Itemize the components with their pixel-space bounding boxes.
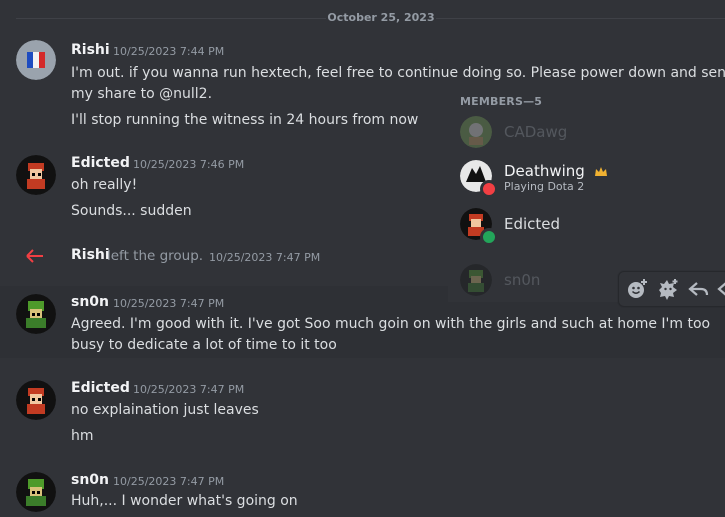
member-item-cadawg[interactable]: CADawg: [460, 116, 720, 156]
message-text: Agreed. I'm good with it. I've got Soo m…: [71, 316, 711, 332]
avatar[interactable]: [16, 380, 56, 420]
message-text: I'm out. if you wanna run hextech, feel …: [71, 65, 725, 81]
message-text: my share to @null2.: [71, 86, 213, 102]
message-author[interactable]: sn0n: [71, 472, 109, 488]
message-text: I'll stop running the witness in 24 hour…: [71, 112, 419, 128]
message-text: hm: [71, 428, 94, 444]
member-name: CADawg: [504, 123, 568, 141]
system-message-text: left the group.: [107, 248, 204, 264]
message-text: busy to dedicate a lot of time to it too: [71, 337, 337, 353]
members-header: MEMBERS—5: [460, 95, 543, 108]
message-author[interactable]: Edicted: [71, 155, 130, 171]
add-reaction-icon[interactable]: [624, 276, 650, 302]
message-text: no explaination just leaves: [71, 402, 259, 418]
avatar[interactable]: [16, 155, 56, 195]
system-message-timestamp: 10/25/2023 7:47 PM: [209, 251, 321, 264]
message-text: Sounds... sudden: [71, 203, 192, 219]
divider-line-left: [16, 18, 326, 19]
date-divider-text: October 25, 2023: [327, 11, 435, 24]
message-timestamp: 10/25/2023 7:44 PM: [113, 45, 225, 58]
message-text: oh really!: [71, 177, 138, 193]
avatar[interactable]: [16, 294, 56, 334]
message-text: Huh,... I wonder what's going on: [71, 493, 298, 509]
member-name: Deathwing: [504, 162, 585, 180]
crown-icon: [595, 167, 607, 176]
dnd-status-icon: [480, 180, 498, 198]
member-name: Edicted: [504, 215, 561, 233]
more-icon[interactable]: [715, 276, 725, 302]
avatar: [460, 116, 492, 148]
members-panel: MEMBERS—5 CADawg Deathwing Playing Dota …: [448, 88, 725, 302]
avatar: [460, 264, 492, 296]
message-timestamp: 10/25/2023 7:47 PM: [113, 297, 225, 310]
online-status-icon: [480, 228, 498, 246]
message-author[interactable]: Edicted: [71, 380, 130, 396]
message-timestamp: 10/25/2023 7:47 PM: [133, 383, 245, 396]
reply-icon[interactable]: [686, 276, 712, 302]
member-item-edicted[interactable]: Edicted: [460, 208, 720, 248]
system-message-author[interactable]: Rishi: [71, 247, 110, 263]
message-timestamp: 10/25/2023 7:46 PM: [133, 158, 245, 171]
message-author[interactable]: Rishi: [71, 42, 110, 58]
avatar[interactable]: [16, 472, 56, 512]
leave-arrow-icon: [26, 249, 43, 263]
member-item-deathwing[interactable]: Deathwing Playing Dota 2: [460, 160, 720, 200]
super-reaction-icon[interactable]: [655, 276, 681, 302]
date-divider: October 25, 2023: [0, 11, 725, 25]
message-actions-toolbar: [618, 271, 725, 307]
divider-line-right: [436, 18, 725, 19]
message-author[interactable]: sn0n: [71, 294, 109, 310]
avatar[interactable]: [16, 40, 56, 80]
message-timestamp: 10/25/2023 7:47 PM: [113, 475, 225, 488]
member-activity: Playing Dota 2: [504, 180, 585, 193]
member-name: sn0n: [504, 271, 541, 289]
